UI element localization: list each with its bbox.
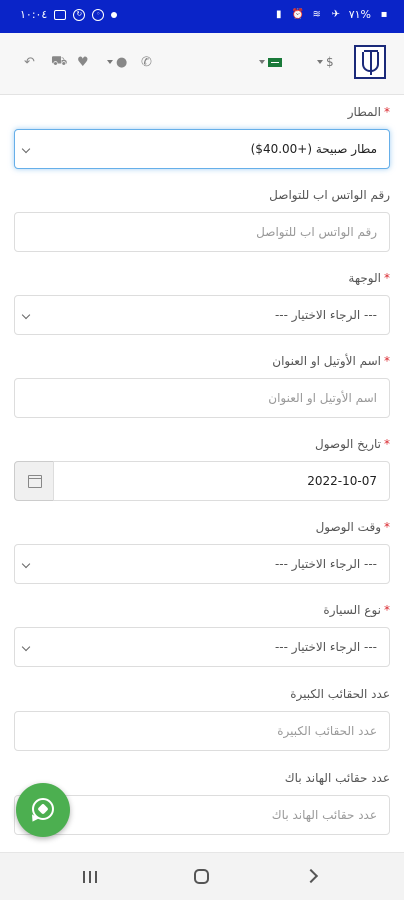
logo-t-shape xyxy=(370,50,372,75)
status-time: ١٠:٠٤ xyxy=(20,8,48,21)
wifi-icon: ≋ xyxy=(312,8,321,20)
airplane-icon: ✈ xyxy=(331,8,340,20)
system-nav-bar xyxy=(0,852,404,900)
hotel-input[interactable]: اسم الأوتيل او العنوان xyxy=(14,378,390,418)
field-arrival-date: *تاريخ الوصول 2022-10-07 xyxy=(14,435,390,501)
app-notification-icon: ◦ xyxy=(92,8,105,21)
field-whatsapp: رقم الواتس اب للتواصل رقم الواتس اب للتو… xyxy=(14,186,390,252)
gallery-notification-icon xyxy=(54,9,67,20)
status-bar-right-group: ١٠:٠٤ ↻ ◦ xyxy=(20,8,118,21)
booking-form: *المطار مطار صبيحة (+40.00$) رقم الواتس … xyxy=(0,95,404,852)
lock-icon: ▪ xyxy=(380,8,388,20)
logo[interactable] xyxy=(354,45,386,79)
arrival-date-group: 2022-10-07 xyxy=(14,461,390,501)
required-mark: * xyxy=(384,354,390,368)
calendar-button[interactable] xyxy=(14,461,54,501)
status-bar: ١٠:٠٤ ↻ ◦ ▮ ⏰ ≋ ✈ ٧١% ▪ xyxy=(0,0,404,33)
arrival-date-input[interactable]: 2022-10-07 xyxy=(53,461,390,501)
back-icon xyxy=(303,868,319,884)
field-car-type: *نوع السيارة --- الرجاء الاختيار --- xyxy=(14,601,390,667)
cart-icon: ⛟ xyxy=(51,53,68,69)
chevron-down-icon xyxy=(259,60,265,64)
required-mark: * xyxy=(384,105,390,119)
home-button[interactable] xyxy=(182,863,222,891)
hand-bags-input[interactable]: عدد حقائب الهاند باك xyxy=(14,795,390,835)
recents-button[interactable] xyxy=(70,863,110,891)
recents-icon xyxy=(82,871,98,883)
required-mark: * xyxy=(384,437,390,451)
hotel-label: *اسم الأوتيل او العنوان xyxy=(272,354,390,368)
field-arrival-time: *وقت الوصول --- الرجاء الاختيار --- xyxy=(14,518,390,584)
account-menu[interactable]: ● xyxy=(104,52,127,72)
required-mark: * xyxy=(384,520,390,534)
currency-symbol: $ xyxy=(326,55,334,69)
car-type-label: *نوع السيارة xyxy=(323,603,390,617)
heart-icon: ♥ xyxy=(77,54,89,70)
alarm-icon: ⏰ xyxy=(291,8,305,20)
calendar-icon xyxy=(28,475,42,488)
battery-icon: ▮ xyxy=(275,8,282,20)
notification-dot-icon xyxy=(111,11,118,18)
field-large-bags: عدد الحقائب الكبيرة عدد الحقائب الكبيرة xyxy=(14,685,390,751)
car-type-select[interactable]: --- الرجاء الاختيار --- xyxy=(14,627,390,667)
chevron-down-icon xyxy=(317,60,323,64)
wishlist-link[interactable]: ♥ xyxy=(77,52,89,72)
chevron-down-icon xyxy=(21,144,31,154)
airport-label: *المطار xyxy=(347,105,390,119)
large-bags-input[interactable]: عدد الحقائب الكبيرة xyxy=(14,711,390,751)
required-mark: * xyxy=(384,603,390,617)
whatsapp-input[interactable]: رقم الواتس اب للتواصل xyxy=(14,212,390,252)
whatsapp-label: رقم الواتس اب للتواصل xyxy=(269,188,390,202)
chevron-down-icon xyxy=(21,642,31,652)
cart-link[interactable]: ⛟ xyxy=(51,52,67,72)
battery-percent: ٧١% xyxy=(348,8,371,21)
currency-selector[interactable]: $ xyxy=(314,52,334,72)
home-icon xyxy=(194,869,209,884)
arrival-date-label: *تاريخ الوصول xyxy=(315,437,390,451)
hand-bags-label: عدد حقائب الهاند باك xyxy=(284,771,390,785)
arrival-time-select[interactable]: --- الرجاء الاختيار --- xyxy=(14,544,390,584)
field-airport: *المطار مطار صبيحة (+40.00$) xyxy=(14,103,390,169)
field-hotel: *اسم الأوتيل او العنوان اسم الأوتيل او ا… xyxy=(14,352,390,418)
whatsapp-button[interactable] xyxy=(16,783,70,837)
arrival-time-label: *وقت الوصول xyxy=(315,520,390,534)
destination-select[interactable]: --- الرجاء الاختيار --- xyxy=(14,295,390,335)
field-destination: *الوجهة --- الرجاء الاختيار --- xyxy=(14,269,390,335)
field-hand-bags: عدد حقائب الهاند باك عدد حقائب الهاند با… xyxy=(14,769,390,835)
user-icon: ● xyxy=(116,54,128,70)
destination-label: *الوجهة xyxy=(348,271,390,285)
site-header: $ ✆ ● ♥ ⛟ ↶ xyxy=(0,33,404,95)
share-link[interactable]: ↶ xyxy=(24,52,35,72)
share-icon: ↶ xyxy=(24,54,35,70)
flag-icon xyxy=(268,57,282,67)
large-bags-label: عدد الحقائب الكبيرة xyxy=(290,687,390,701)
sync-notification-icon: ↻ xyxy=(73,8,86,21)
back-button[interactable] xyxy=(292,863,332,891)
required-mark: * xyxy=(384,271,390,285)
chevron-down-icon xyxy=(21,559,31,569)
phone-link[interactable]: ✆ xyxy=(141,52,152,72)
chevron-down-icon xyxy=(107,60,113,64)
status-bar-left-group: ▮ ⏰ ≋ ✈ ٧١% ▪ xyxy=(273,8,390,21)
language-selector[interactable] xyxy=(256,52,282,72)
airport-select[interactable]: مطار صبيحة (+40.00$) xyxy=(14,129,390,169)
phone-icon: ✆ xyxy=(141,54,152,70)
chevron-down-icon xyxy=(21,310,31,320)
